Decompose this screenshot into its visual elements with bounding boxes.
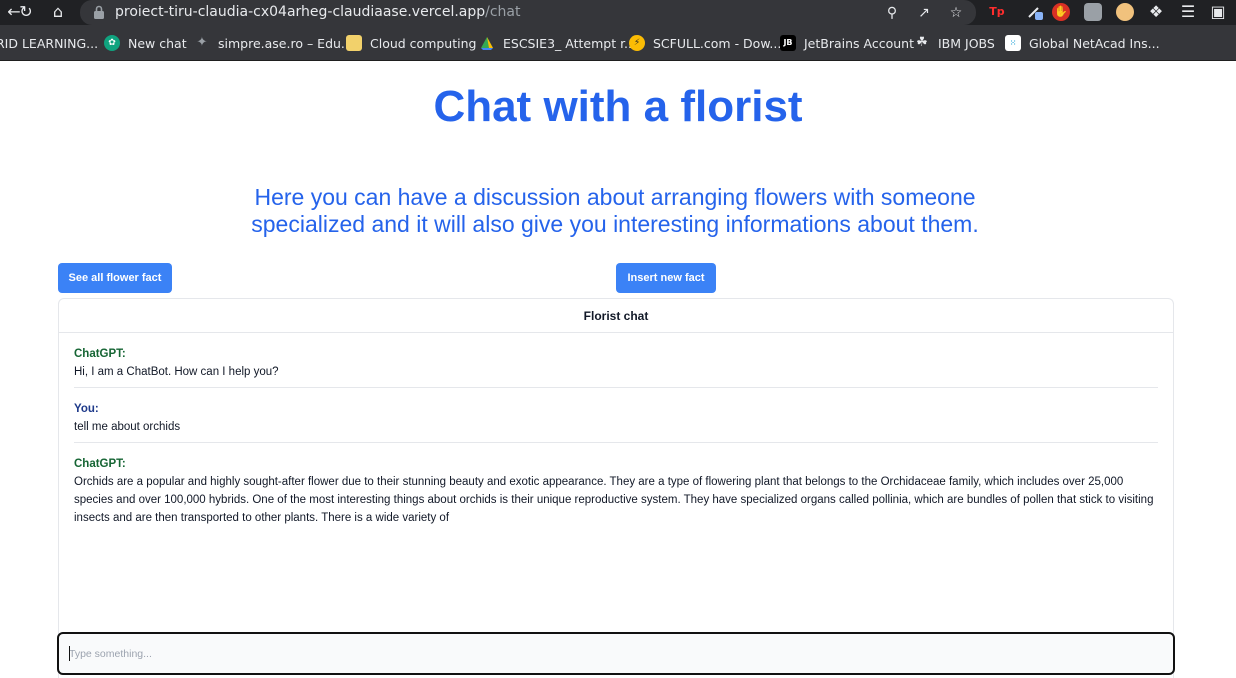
- simpre-icon: ✦: [196, 35, 208, 50]
- adblock-extension-icon[interactable]: ✋: [1052, 3, 1070, 21]
- bookmark-item[interactable]: RID LEARNING...: [0, 34, 98, 52]
- bookmarks-bar: RID LEARNING... ✿ New chat ✦ simpre.ase.ro…: [0, 25, 1236, 61]
- url-path: /chat: [485, 4, 521, 20]
- message-sender: You:: [74, 403, 99, 415]
- pen-extension-icon[interactable]: [1026, 3, 1044, 21]
- bookmark-label: Global NetAcad Ins...: [1029, 35, 1160, 51]
- chat-message: You: tell me about orchids: [74, 388, 1158, 443]
- bookmark-item[interactable]: ⚡ SCFULL.com - Dow...: [629, 34, 781, 52]
- message-sender: ChatGPT:: [74, 458, 126, 470]
- bookmark-item[interactable]: ESCSIE3_ Attempt r...: [479, 34, 636, 52]
- page-subtitle: Here you can have a discussion about arr…: [251, 184, 979, 237]
- bookmark-item[interactable]: ✦ simpre.ase.ro – Edu...: [194, 34, 353, 52]
- message-sender: ChatGPT:: [74, 348, 126, 360]
- share-icon[interactable]: ↗: [914, 3, 934, 23]
- zoom-icon[interactable]: ⚲: [882, 3, 902, 23]
- jetbrains-icon: JB: [780, 35, 796, 51]
- reload-icon[interactable]: ↻: [16, 2, 36, 22]
- insert-fact-button[interactable]: Insert new fact: [616, 263, 716, 293]
- message-list: ChatGPT: Hi, I am a ChatBot. How can I h…: [59, 333, 1173, 533]
- message-input[interactable]: [69, 644, 1159, 664]
- folder-icon: [346, 35, 362, 51]
- bookmark-label: JetBrains Account: [804, 35, 915, 51]
- chatgpt-icon: ✿: [104, 35, 120, 51]
- tp-extension-icon[interactable]: Tp: [988, 3, 1006, 21]
- bookmark-label: SCFULL.com - Dow...: [653, 35, 782, 51]
- bookmark-label: New chat: [128, 35, 187, 51]
- url-host: proiect-tiru-claudia-cx04arheg-claudiaas…: [115, 4, 486, 20]
- bookmark-label: RID LEARNING...: [0, 35, 99, 51]
- avatar-extension-icon[interactable]: [1116, 3, 1134, 21]
- url-text: proiect-tiru-claudia-cx04arheg-claudiaas…: [115, 3, 521, 21]
- lock-icon: [94, 5, 104, 19]
- bookmark-item[interactable]: ☘ IBM JOBS: [914, 34, 995, 52]
- address-bar[interactable]: proiect-tiru-claudia-cx04arheg-claudiaas…: [80, 0, 976, 25]
- reading-list-icon[interactable]: ☰: [1178, 2, 1198, 22]
- chat-message: ChatGPT: Hi, I am a ChatBot. How can I h…: [74, 333, 1158, 388]
- browser-toolbar: ← ↻ ⌂ proiect-tiru-claudia-cx04arheg-cla…: [0, 0, 1236, 25]
- text-cursor: [69, 646, 70, 661]
- drive-icon: [479, 35, 495, 51]
- ibm-icon: ☘: [916, 35, 928, 50]
- see-flower-facts-button[interactable]: See all flower fact: [58, 263, 172, 293]
- side-panel-icon[interactable]: ▣: [1208, 2, 1228, 22]
- extensions-puzzle-icon[interactable]: ❖: [1146, 2, 1166, 22]
- bookmark-star-icon[interactable]: ☆: [946, 3, 966, 23]
- page-content: Chat with a florist Here you can have a …: [0, 62, 1236, 678]
- message-text: Orchids are a popular and highly sought-…: [74, 476, 1154, 524]
- cisco-icon: ⁙: [1005, 35, 1021, 51]
- chat-message: ChatGPT: Orchids are a popular and highl…: [74, 443, 1158, 533]
- bookmark-label: Cloud computing: [370, 35, 477, 51]
- message-input-box[interactable]: [57, 632, 1175, 675]
- chat-panel: Florist chat ChatGPT: Hi, I am a ChatBot…: [58, 298, 1174, 678]
- bookmark-label: ESCSIE3_ Attempt r...: [503, 35, 636, 51]
- bookmark-item[interactable]: JB JetBrains Account: [780, 34, 914, 52]
- chat-header: Florist chat: [59, 299, 1173, 333]
- window-extension-icon[interactable]: [1084, 3, 1102, 21]
- bookmark-label: simpre.ase.ro – Edu...: [218, 35, 353, 51]
- bookmark-item[interactable]: ✿ New chat: [104, 34, 187, 52]
- bookmark-item[interactable]: ⁙ Global NetAcad Ins...: [1005, 34, 1160, 52]
- bookmark-label: IBM JOBS: [938, 35, 995, 51]
- home-icon[interactable]: ⌂: [48, 2, 68, 22]
- message-text: tell me about orchids: [74, 421, 181, 433]
- scfull-icon: ⚡: [629, 35, 645, 51]
- message-text: Hi, I am a ChatBot. How can I help you?: [74, 366, 279, 378]
- bookmark-item[interactable]: Cloud computing: [346, 34, 476, 52]
- page-title: Chat with a florist: [433, 82, 803, 131]
